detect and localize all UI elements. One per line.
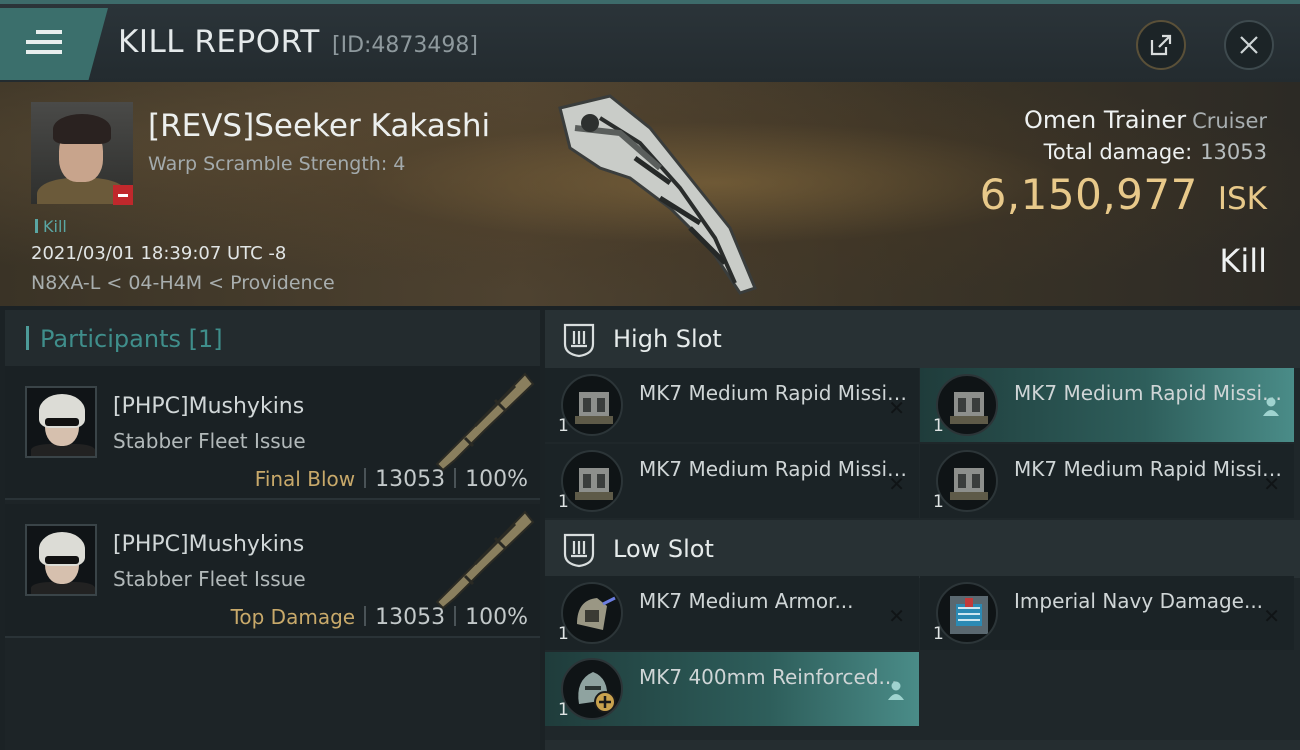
module-quantity: 1: [558, 416, 569, 436]
participants-header: Participants [1]: [5, 310, 540, 366]
destroyed-x-icon: ✕: [888, 472, 905, 496]
participant-ship-icon: [435, 372, 535, 472]
participant-avatar[interactable]: [25, 524, 97, 596]
module-item[interactable]: 1 MK7 Medium Armor... ✕: [545, 576, 919, 650]
module-item[interactable]: 1 MK7 Medium Rapid Missile... ✕: [545, 368, 919, 442]
module-quantity: 1: [933, 624, 944, 644]
low-slot-icon: [563, 533, 595, 568]
hamburger-icon: [26, 30, 62, 58]
participant-ship: Stabber Fleet Issue: [113, 567, 306, 591]
next-section-peek: [545, 740, 1300, 750]
armor-repairer-icon: [561, 582, 623, 644]
isk-value-line: 6,150,977 ISK: [980, 170, 1267, 219]
kill-banner: [REVS]Seeker Kakashi Warp Scramble Stren…: [0, 82, 1300, 306]
module-name: MK7 Medium Rapid Missile...: [639, 381, 911, 405]
page-title: KILL REPORT: [118, 24, 320, 60]
module-item[interactable]: 1 MK7 Medium Rapid Missile... ✕: [920, 444, 1294, 518]
dropped-person-icon: [888, 681, 904, 700]
module-name: MK7 Medium Armor...: [639, 589, 854, 613]
participant-stats: Top Damage 13053 100%: [231, 605, 528, 630]
module-quantity: 1: [558, 492, 569, 512]
share-icon: [1150, 34, 1172, 56]
participant-name: [PHPC]Mushykins: [113, 532, 305, 557]
module-name: Imperial Navy Damage...: [1014, 589, 1264, 613]
ship-image: [558, 94, 758, 295]
missile-launcher-icon: [936, 450, 998, 512]
victim-name[interactable]: [REVS]Seeker Kakashi: [148, 108, 490, 144]
total-damage-label: Total damage:: [1043, 140, 1193, 164]
participant-percent: 100%: [465, 467, 528, 492]
share-button[interactable]: [1136, 20, 1186, 70]
module-item[interactable]: 1 MK7 Medium Rapid Missile...: [920, 368, 1294, 442]
hostile-badge-icon: [113, 185, 133, 205]
destroyed-x-icon: ✕: [1263, 604, 1280, 628]
ship-type[interactable]: Omen Trainer Cruiser: [1024, 106, 1267, 134]
fitting-panel: High Slot 1 MK7 Medium Rapid Missile... …: [545, 310, 1300, 750]
heat-sink-icon: [936, 582, 998, 644]
isk-unit: ISK: [1217, 181, 1267, 217]
menu-button[interactable]: [0, 8, 108, 80]
participant-avatar[interactable]: [25, 386, 97, 458]
total-damage-value: 13053: [1200, 140, 1267, 164]
kill-location: N8XA-L < 04-H4M < Providence: [31, 272, 335, 294]
module-quantity: 1: [933, 492, 944, 512]
ship-name: Omen Trainer: [1023, 106, 1187, 134]
module-name: MK7 400mm Reinforced...: [639, 665, 898, 689]
ship-class: Cruiser: [1192, 109, 1267, 133]
module-item[interactable]: 1 MK7 Medium Rapid Missile... ✕: [545, 444, 919, 518]
missile-launcher-icon: [561, 374, 623, 436]
high-slot-icon: [563, 323, 595, 358]
low-slot-header: Low Slot: [545, 520, 1300, 578]
warp-scramble-strength: Warp Scramble Strength: 4: [148, 153, 406, 175]
isk-value: 6,150,977: [979, 170, 1198, 219]
participant-ship: Stabber Fleet Issue: [113, 429, 306, 453]
kill-tag: Kill: [35, 217, 67, 236]
armor-plate-icon: [561, 658, 623, 720]
missile-launcher-icon: [936, 374, 998, 436]
report-result: Kill: [1219, 242, 1267, 280]
module-name: MK7 Medium Rapid Missile...: [639, 457, 911, 481]
low-slot-title: Low Slot: [613, 535, 714, 563]
participant-name: [PHPC]Mushykins: [113, 394, 305, 419]
dropped-person-icon: [1263, 397, 1279, 416]
module-quantity: 1: [558, 700, 569, 720]
missile-launcher-icon: [561, 450, 623, 512]
participant-percent: 100%: [465, 605, 528, 630]
participant-row[interactable]: [PHPC]Mushykins Stabber Fleet Issue Top …: [5, 504, 540, 638]
module-item[interactable]: 1 MK7 400mm Reinforced...: [545, 652, 919, 726]
total-damage: Total damage: 13053: [1044, 140, 1267, 164]
kill-timestamp: 2021/03/01 18:39:07 UTC -8: [31, 243, 287, 264]
module-quantity: 1: [933, 416, 944, 436]
module-name: MK7 Medium Rapid Missile...: [1014, 457, 1286, 481]
close-icon: [1240, 36, 1258, 54]
module-quantity: 1: [558, 624, 569, 644]
high-slot-header: High Slot: [545, 310, 1300, 368]
participant-role: Top Damage: [230, 605, 356, 629]
close-button[interactable]: [1224, 20, 1274, 70]
high-slot-title: High Slot: [613, 325, 722, 353]
participant-damage: 13053: [375, 605, 446, 630]
module-name: MK7 Medium Rapid Missile...: [1014, 381, 1286, 405]
participant-row[interactable]: [PHPC]Mushykins Stabber Fleet Issue Fina…: [5, 366, 540, 500]
participants-title: Participants [1]: [40, 325, 223, 353]
destroyed-x-icon: ✕: [1263, 472, 1280, 496]
kill-tag-label: Kill: [43, 217, 67, 236]
participant-ship-icon: [435, 510, 535, 610]
header-bar: KILL REPORT [ID:4873498]: [0, 0, 1300, 82]
participant-damage: 13053: [375, 467, 446, 492]
participant-stats: Final Blow 13053 100%: [255, 467, 528, 492]
module-item[interactable]: 1 Imperial Navy Damage... ✕: [920, 576, 1294, 650]
destroyed-x-icon: ✕: [888, 604, 905, 628]
participants-panel: Participants [1] [PHPC]Mushykins Stabber…: [5, 310, 540, 750]
report-id: [ID:4873498]: [332, 33, 478, 58]
destroyed-x-icon: ✕: [888, 396, 905, 420]
participant-role: Final Blow: [254, 467, 356, 491]
